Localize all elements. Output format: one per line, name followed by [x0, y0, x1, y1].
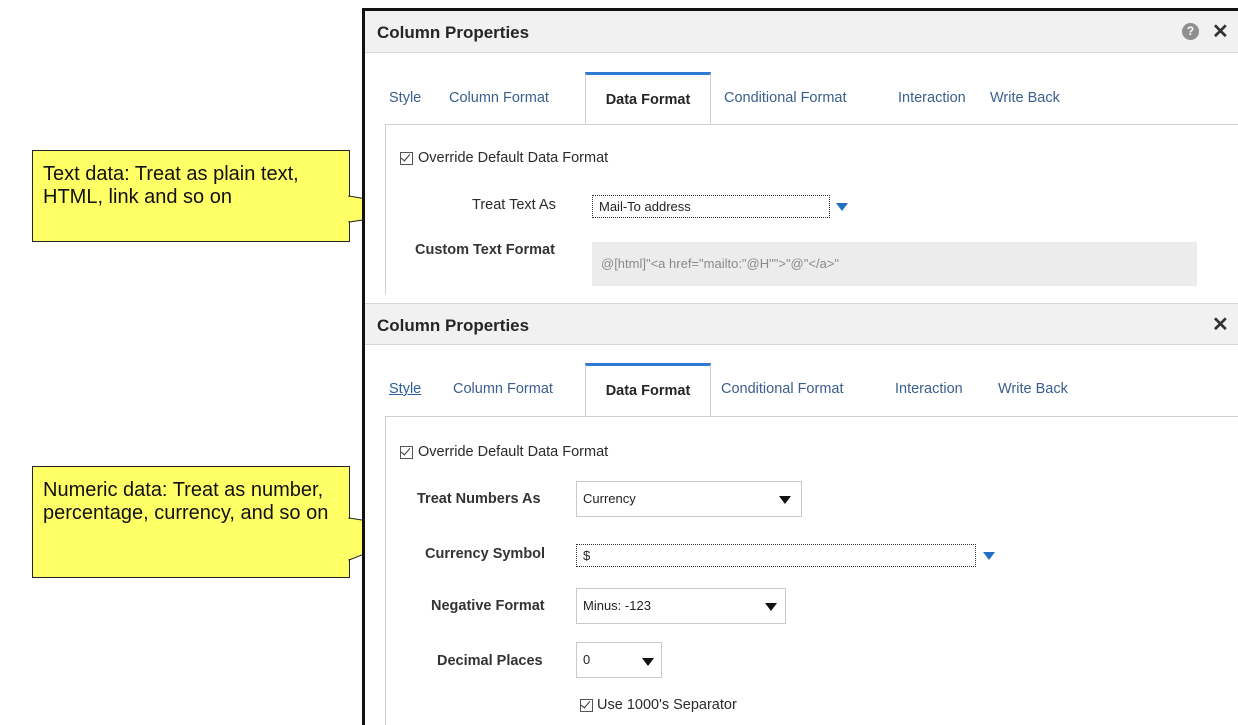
- tab-write-back[interactable]: Write Back: [998, 363, 1068, 415]
- panel1-tabs: Style Column Format Data Format Conditio…: [365, 72, 1238, 126]
- treat-numbers-as-label: Treat Numbers As: [417, 491, 541, 507]
- panel1-override-label: Override Default Data Format: [418, 150, 609, 166]
- tab-interaction[interactable]: Interaction: [895, 363, 963, 415]
- tab-column-format[interactable]: Column Format: [453, 363, 553, 415]
- tab-data-format[interactable]: Data Format: [585, 363, 711, 417]
- panel2-header: Column Properties ? ✕: [365, 303, 1238, 345]
- close-icon[interactable]: ✕: [1212, 315, 1229, 335]
- panel1-override-checkbox[interactable]: [400, 151, 413, 165]
- tab-conditional-format[interactable]: Conditional Format: [721, 363, 844, 415]
- checkmark-icon: [400, 445, 411, 456]
- chevron-down-icon[interactable]: [765, 603, 777, 611]
- help-icon[interactable]: ?: [1182, 23, 1199, 40]
- chevron-down-icon[interactable]: [836, 203, 848, 211]
- negative-format-select[interactable]: Minus: -123: [576, 588, 786, 624]
- custom-text-format-field[interactable]: @[html]"<a href="mailto:"@H"">"@"</a>": [592, 242, 1197, 286]
- negative-format-label: Negative Format: [431, 598, 545, 614]
- tab-style[interactable]: Style: [389, 363, 421, 415]
- tab-column-format[interactable]: Column Format: [449, 72, 549, 124]
- panel2-title: Column Properties: [377, 316, 530, 335]
- text-data-callout-text: Text data: Treat as plain text, HTML, li…: [43, 163, 299, 208]
- treat-text-as-select[interactable]: Mail-To address: [592, 195, 830, 218]
- panel2-tabs: Style Column Format Data Format Conditio…: [365, 363, 1238, 417]
- separator-checkbox[interactable]: [580, 698, 593, 712]
- close-icon[interactable]: ✕: [1212, 22, 1229, 42]
- separator-label: Use 1000's Separator: [597, 697, 737, 713]
- numeric-data-callout: Numeric data: Treat as number, percentag…: [32, 466, 350, 578]
- panel2-override-checkbox[interactable]: [400, 445, 413, 459]
- chevron-down-icon[interactable]: [983, 552, 995, 560]
- text-data-callout: Text data: Treat as plain text, HTML, li…: [32, 150, 350, 242]
- tab-write-back[interactable]: Write Back: [990, 72, 1060, 124]
- decimal-places-label: Decimal Places: [437, 653, 543, 669]
- tab-data-format[interactable]: Data Format: [585, 72, 711, 126]
- custom-text-format-label: Custom Text Format: [415, 242, 555, 258]
- tab-interaction[interactable]: Interaction: [898, 72, 966, 124]
- panel2-override-label: Override Default Data Format: [418, 444, 609, 460]
- panel1-header: Column Properties ? ✕: [365, 11, 1238, 53]
- checkmark-icon: [580, 698, 591, 709]
- treat-text-as-label: Treat Text As: [472, 197, 556, 213]
- chevron-down-icon[interactable]: [642, 658, 654, 666]
- panel1-title: Column Properties: [377, 23, 530, 42]
- chevron-down-icon[interactable]: [779, 496, 791, 504]
- tab-conditional-format[interactable]: Conditional Format: [724, 72, 847, 124]
- numeric-data-callout-text: Numeric data: Treat as number, percentag…: [43, 479, 329, 524]
- currency-symbol-select[interactable]: $: [576, 544, 976, 567]
- currency-symbol-label: Currency Symbol: [425, 546, 546, 562]
- panel2-content: [385, 416, 1238, 725]
- checkmark-icon: [400, 151, 411, 162]
- tab-style[interactable]: Style: [389, 72, 421, 124]
- treat-numbers-as-select[interactable]: Currency: [576, 481, 802, 517]
